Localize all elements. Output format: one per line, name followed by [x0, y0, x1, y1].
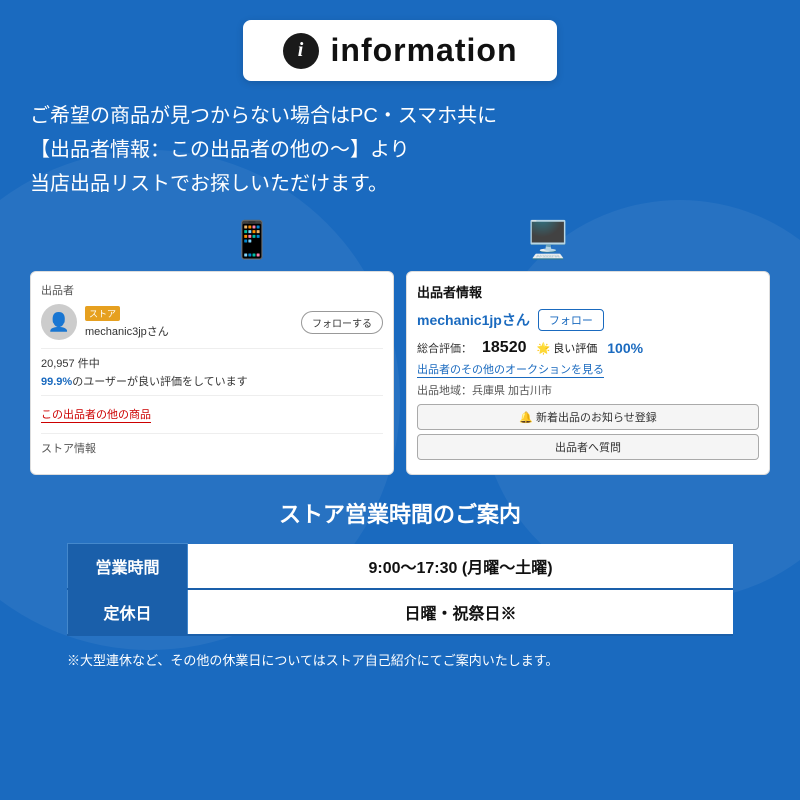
hours-table: 営業時間 9:00〜17:30 (月曜〜土曜) 定休日 日曜・祝祭日※ — [67, 543, 733, 636]
left-screenshot: 出品者 👤 ストア mechanic3jpさん フォローする 20,957 件中… — [30, 271, 394, 475]
rating-pct: 99.9% — [41, 376, 72, 388]
divider-left — [41, 348, 383, 349]
rating-line: 99.9%のユーザーが良い評価をしています — [41, 373, 383, 389]
store-info-label[interactable]: ストア情報 — [41, 440, 383, 456]
avatar-left: 👤 — [41, 304, 77, 340]
left-label: 出品者 — [41, 282, 383, 298]
rating-row-right: 総合評価： 18520 🌟 良い評価 100% — [417, 339, 759, 357]
divider-left3 — [41, 433, 383, 434]
total-label: 総合評価： — [417, 340, 472, 356]
total-value: 18520 — [482, 339, 527, 357]
description-line3: 当店出品リストでお探しいただけます。 — [30, 167, 770, 201]
count-line: 20,957 件中 — [41, 355, 383, 371]
seller-info-left: ストア mechanic3jpさん — [85, 306, 293, 339]
good-label: 🌟 良い評価 — [537, 340, 598, 356]
right-screenshot: 出品者情報 mechanic1jpさん フォロー 総合評価： 18520 🌟 良… — [406, 271, 770, 475]
hours-row-1: 営業時間 9:00〜17:30 (月曜〜土曜) — [68, 544, 734, 590]
follow-button-right[interactable]: フォロー — [538, 309, 604, 331]
header-title: information — [331, 32, 518, 69]
device-icons-row: 📱 🖥️ — [104, 219, 696, 261]
pc-icon: 🖥️ — [526, 219, 571, 261]
footer-note: ※大型連休など、その他の休業日についてはストア自己紹介にてご案内いたします。 — [67, 650, 733, 669]
seller-row-right: mechanic1jpさん フォロー — [417, 309, 759, 331]
good-pct: 100% — [607, 340, 643, 356]
seller-name-right: mechanic1jpさん — [417, 310, 530, 330]
seller-row-left: 👤 ストア mechanic3jpさん フォローする — [41, 304, 383, 340]
hours-value-1: 9:00〜17:30 (月曜〜土曜) — [188, 544, 734, 590]
location: 出品地域：兵庫県 加古川市 — [417, 382, 759, 398]
mobile-icon: 📱 — [230, 219, 275, 261]
right-header: 出品者情報 — [417, 282, 759, 301]
question-button[interactable]: 出品者へ質問 — [417, 434, 759, 460]
store-hours-title: ストア営業時間のご案内 — [279, 497, 521, 529]
notify-button[interactable]: 🔔 新着出品のお知らせ登録 — [417, 404, 759, 430]
info-icon: i — [283, 33, 319, 69]
info-icon-letter: i — [298, 39, 304, 62]
auction-link[interactable]: 出品者のその他のオークションを見る — [417, 361, 604, 378]
description-line2: 【出品者情報：この出品者の他の〜】より — [30, 133, 770, 167]
store-badge: ストア — [85, 306, 120, 321]
description-block: ご希望の商品が見つからない場合はPC・スマホ共に 【出品者情報：この出品者の他の… — [30, 99, 770, 201]
other-items-link[interactable]: この出品者の他の商品 — [41, 406, 151, 423]
screenshots-container: 出品者 👤 ストア mechanic3jpさん フォローする 20,957 件中… — [30, 271, 770, 475]
divider-left2 — [41, 395, 383, 396]
header-box: i information — [243, 20, 558, 81]
follow-button-left[interactable]: フォローする — [301, 311, 383, 334]
hours-label-1: 営業時間 — [68, 544, 188, 590]
hours-value-2: 日曜・祝祭日※ — [188, 589, 734, 635]
hours-row-2: 定休日 日曜・祝祭日※ — [68, 589, 734, 635]
description-line1: ご希望の商品が見つからない場合はPC・スマホ共に — [30, 99, 770, 133]
hours-label-2: 定休日 — [68, 589, 188, 635]
seller-name-left: mechanic3jpさん — [85, 323, 293, 339]
